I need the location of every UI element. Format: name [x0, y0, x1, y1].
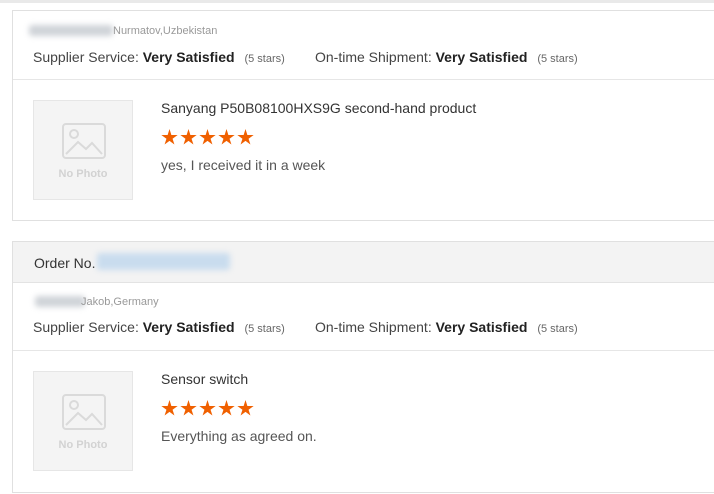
shipment-value: Very Satisfied: [435, 49, 528, 65]
image-icon: [62, 394, 106, 430]
supplier-service-stars: (5 stars): [244, 323, 285, 335]
star-icon: [161, 400, 178, 416]
supplier-service-value: Very Satisfied: [142, 319, 235, 335]
supplier-service-rating: Supplier Service: Very Satisfied (5 star…: [33, 49, 285, 65]
product-name[interactable]: Sensor switch: [161, 371, 248, 387]
product-name[interactable]: Sanyang P50B08100HXS9G second-hand produ…: [161, 100, 476, 116]
star-icon: [199, 129, 216, 145]
supplier-service-label: Supplier Service:: [33, 49, 139, 65]
review-card: Nurmatov,Uzbekistan Supplier Service: Ve…: [12, 10, 714, 221]
star-rating: [161, 400, 256, 418]
shipment-stars: (5 stars): [537, 323, 578, 335]
shipment-rating: On-time Shipment: Very Satisfied (5 star…: [315, 319, 578, 335]
shipment-value: Very Satisfied: [435, 319, 528, 335]
star-icon: [218, 400, 235, 416]
supplier-service-stars: (5 stars): [244, 53, 285, 65]
top-strip: [0, 0, 714, 3]
star-icon: [199, 400, 216, 416]
star-icon: [161, 129, 178, 145]
supplier-service-value: Very Satisfied: [142, 49, 235, 65]
shipment-stars: (5 stars): [537, 53, 578, 65]
no-photo-label: No Photo: [58, 168, 108, 180]
shipment-rating: On-time Shipment: Very Satisfied (5 star…: [315, 49, 578, 65]
star-icon: [180, 400, 197, 416]
shipment-label: On-time Shipment:: [315, 49, 432, 65]
buyer-name-blurred: [29, 25, 113, 36]
product-photo-placeholder: No Photo: [33, 371, 133, 471]
star-icon: [218, 129, 235, 145]
review-comment: Everything as agreed on.: [161, 428, 317, 444]
review-card: Order No. Jakob,Germany Supplier Service…: [12, 241, 714, 493]
divider: [13, 350, 714, 351]
no-photo-label: No Photo: [58, 439, 108, 451]
product-photo-placeholder: No Photo: [33, 100, 133, 200]
buyer-name-blurred: [35, 296, 85, 307]
star-rating: [161, 129, 256, 147]
supplier-service-label: Supplier Service:: [33, 319, 139, 335]
shipment-label: On-time Shipment:: [315, 319, 432, 335]
review-comment: yes, I received it in a week: [161, 157, 326, 173]
order-number-blurred: [97, 253, 230, 270]
buyer-location: Nurmatov,Uzbekistan: [113, 25, 218, 37]
order-header: Order No.: [13, 242, 714, 283]
divider: [13, 79, 714, 80]
buyer-location: Jakob,Germany: [81, 296, 159, 308]
star-icon: [237, 400, 254, 416]
star-icon: [180, 129, 197, 145]
order-number-label: Order No.: [34, 255, 96, 271]
supplier-service-rating: Supplier Service: Very Satisfied (5 star…: [33, 319, 285, 335]
image-icon: [62, 123, 106, 159]
star-icon: [237, 129, 254, 145]
